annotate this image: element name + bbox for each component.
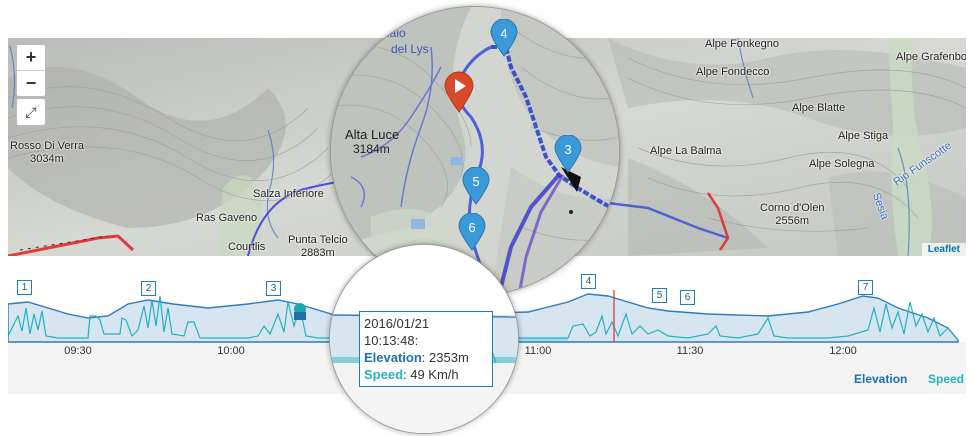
place-ras-gaveno: Ras Gaveno <box>196 212 258 224</box>
x-tick-label: 11:00 <box>524 345 552 357</box>
place-alpe-fonkegno: Alpe Fonkegno <box>705 38 779 50</box>
x-tick-label: 09:30 <box>64 345 92 357</box>
svg-text:5: 5 <box>472 174 479 189</box>
waypoint-marker-5[interactable]: 5 <box>652 288 667 303</box>
place-alpe-solegna: Alpe Solegna <box>809 158 875 170</box>
waypoint-marker-6[interactable]: 6 <box>680 290 695 305</box>
place-ghiacciaio: hiacciaio <box>359 26 406 40</box>
tooltip-speed: Speed: 49 Km/h <box>364 367 459 382</box>
place-del-lys: del Lys <box>391 42 429 56</box>
place-corno-d-olen: Corno d'Olen 2556m <box>760 202 825 227</box>
place-courtlis: Courtlis <box>228 241 266 253</box>
zoom-out-button[interactable]: − <box>17 71 45 96</box>
fullscreen-button[interactable]: ⤢ <box>16 98 46 126</box>
svg-text:4: 4 <box>500 26 507 41</box>
x-tick-label: 12:00 <box>829 345 857 357</box>
start-marker[interactable] <box>443 71 475 113</box>
place-alpe-fondecco: Alpe Fondecco <box>696 66 770 78</box>
tooltip-elevation: Elevation: 2353m <box>364 350 469 365</box>
svg-text:3: 3 <box>564 142 571 157</box>
waypoint-marker-2[interactable]: 2 <box>141 281 156 296</box>
tooltip-date: 2016/01/21 <box>364 316 430 331</box>
waypoint-pin-5[interactable]: 5 <box>461 167 491 205</box>
zoom-in-button[interactable]: + <box>17 45 45 71</box>
tooltip-time: 10:13:48: <box>364 333 419 348</box>
place-alpe-stiga: Alpe Stiga <box>838 130 889 142</box>
zoom-control: + − <box>16 44 46 97</box>
x-tick-label: 10:00 <box>217 345 245 357</box>
place-alta-luce: Alta Luce <box>345 127 399 142</box>
x-tick-label: 11:30 <box>676 345 704 357</box>
place-rosso-di-verra: Rosso Di Verra 3034m <box>10 140 84 165</box>
place-alpe-blatte: Alpe Blatte <box>792 102 846 114</box>
svg-text:6: 6 <box>468 220 475 235</box>
place-alta-luce-elevation: 3184m <box>353 142 390 156</box>
chart-hover-tooltip: 2016/01/21 10:13:48: Elevation: 2353m Sp… <box>359 311 493 387</box>
waypoint-marker-1[interactable]: 1 <box>17 280 32 295</box>
expand-icon: ⤢ <box>25 104 37 120</box>
place-alpe-grafenbo: Alpe Grafenbo <box>896 51 966 63</box>
chart-magnifier-lens: 2016/01/21 10:13:48: Elevation: 2353m Sp… <box>329 244 519 434</box>
waypoint-marker-7[interactable]: 7 <box>858 280 873 295</box>
legend-elevation[interactable]: Elevation <box>854 372 907 386</box>
waypoint-pin-3[interactable]: 3 <box>553 135 583 173</box>
leaflet-attribution-link[interactable]: Leaflet <box>921 243 966 256</box>
waypoint-pin-4[interactable]: 4 <box>489 19 519 57</box>
place-alpe-la-balma: Alpe La Balma <box>650 145 722 157</box>
waypoint-marker-3[interactable]: 3 <box>266 281 281 296</box>
legend-speed[interactable]: Speed <box>928 372 964 386</box>
place-salza-inferiore: Salza Inferiore <box>253 188 324 200</box>
